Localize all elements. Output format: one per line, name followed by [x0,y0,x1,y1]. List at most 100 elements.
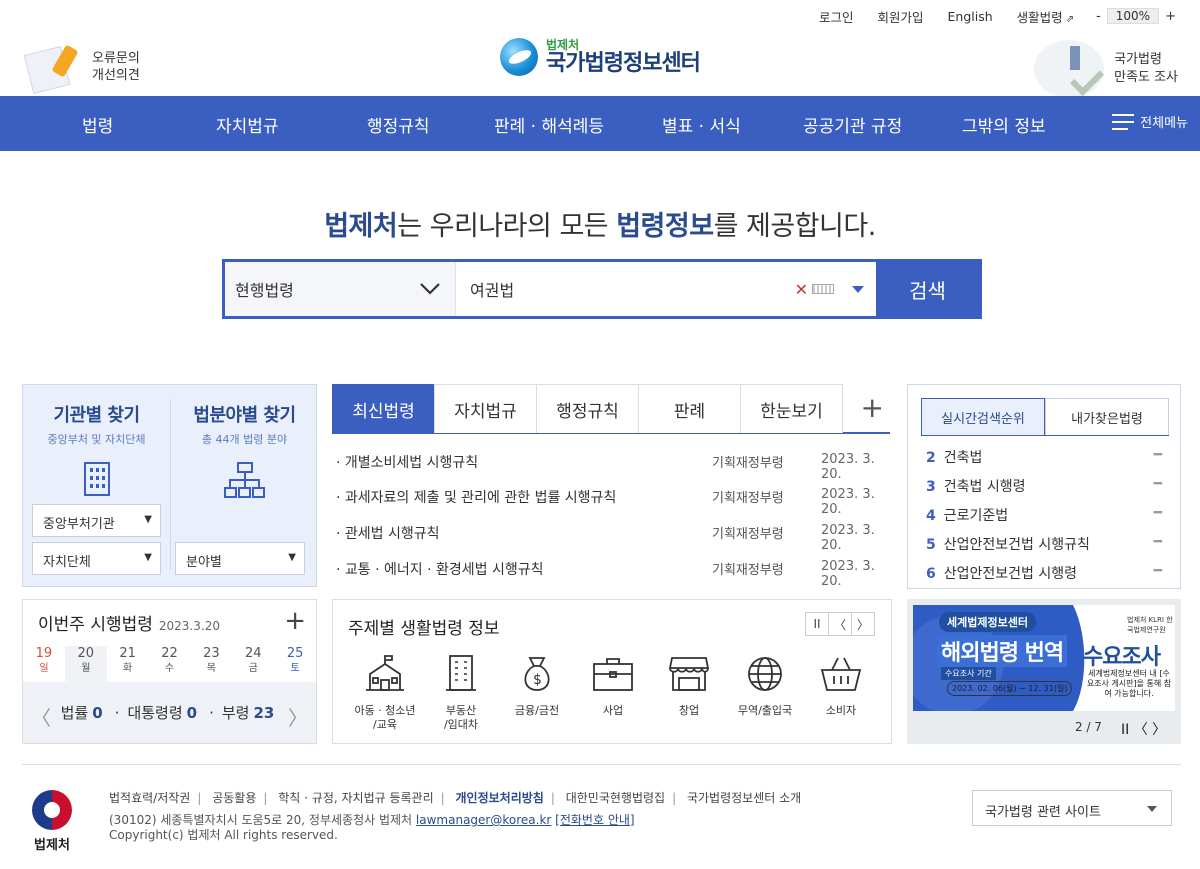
topic-startup[interactable]: 창업 [652,654,726,718]
tab-my-laws[interactable]: 내가찾은법령 [1045,398,1169,436]
ranking-item[interactable]: 2 건축법 ━ [926,447,1162,467]
ranking-item[interactable]: 6 산업안전보건법 시행령 ━ [926,563,1162,583]
chevron-right-icon[interactable]: 〉 [288,702,308,731]
all-menu-button[interactable]: 전체메뉴 [1112,112,1188,131]
footer-link-copyright[interactable]: 법적효력/저작권 [109,791,190,805]
nav-item-precedents[interactable]: 판례 · 해석례등 [494,112,604,137]
latest-tabs: 최신법령 자치법규 행정규칙 판례 한눈보기 [332,384,890,434]
tab-live-ranking[interactable]: 실시간검색순위 [921,398,1045,436]
related-sites-select[interactable]: 국가법령 관련 사이트 [972,790,1172,826]
building-icon [446,655,476,691]
tab-latest-laws[interactable]: 최신법령 [332,384,435,433]
pause-icon[interactable]: II [805,612,829,636]
banner-brand: 법제처 KLRI 한국법제연구원 [1127,616,1173,634]
life-law-link[interactable]: 생활법령 ⇗ [1017,7,1074,26]
nav-item-tables-forms[interactable]: 별표 · 서식 [662,112,741,137]
zoom-in-button[interactable]: + [1165,9,1176,24]
banner-slide[interactable]: 세계법제정보센터 해외법령 번역 수요조사 기간 2023. 02. 06(월)… [913,605,1175,711]
nav-item-local-laws[interactable]: 자치법규 [216,112,279,137]
day-wed[interactable]: 22 수 [149,646,191,682]
search-category-select[interactable]: 현행법령 [225,262,456,316]
globe-icon [748,657,782,691]
tab-admin-rules[interactable]: 행정규칙 [536,384,639,433]
day-mon[interactable]: 20 월 [64,646,107,682]
promo-banner: 세계법제정보센터 해외법령 번역 수요조사 기간 2023. 02. 06(월)… [907,599,1181,744]
pause-icon[interactable]: II [1121,722,1129,738]
finder-panel: 기관별 찾기 중앙부처 및 자치단체 법분야별 찾기 총 44개 법령 분야 중… [22,384,317,587]
chevron-right-icon[interactable]: 〉 [1152,722,1166,738]
footer-link-privacy[interactable]: 개인정보처리방침 [456,791,544,805]
svg-text:$: $ [533,672,542,688]
nav-item-public-agencies[interactable]: 공공기관 규정 [803,112,902,137]
main-nav: 법령 자치법규 행정규칙 판례 · 해석례등 별표 · 서식 공공기관 규정 그… [0,96,1200,151]
english-link[interactable]: English [948,9,993,24]
footer-link-about[interactable]: 국가법령정보센터 소개 [687,791,801,805]
chevron-left-icon[interactable]: 〈 [31,702,51,731]
more-plus-icon[interactable]: + [284,606,306,636]
topic-education[interactable]: 아동 · 청소년/교육 [348,654,422,732]
topic-trade[interactable]: 무역/출입국 [728,654,802,718]
presidential-decree-count[interactable]: 대통령령 0 [127,702,201,723]
search-button[interactable]: 검색 [876,262,979,316]
chevron-right-icon[interactable]: 〉 [851,612,875,636]
ranking-item[interactable]: 5 산업안전보건법 시행규칙 ━ [926,534,1162,554]
day-thu[interactable]: 23 목 [190,646,232,682]
nav-item-laws[interactable]: 법령 [82,112,113,137]
footer-link-law-collection[interactable]: 대한민국현행법령집 [566,791,665,805]
list-item[interactable]: · 과세자료의 제출 및 관리에 관한 법률 시행규칙 기획재정부령 2023. 3… [336,487,888,517]
ranking-item[interactable]: 3 건축법 시행령 ━ [926,476,1162,496]
local-government-select[interactable]: 자치단체 [32,542,161,575]
tab-precedents[interactable]: 판례 [638,384,741,433]
list-item[interactable]: · 개별소비세법 시행규칙 기획재정부령 2023. 3. 20. [336,452,888,482]
footer-link-shared-use[interactable]: 공동활용 [212,791,256,805]
law-count[interactable]: 법률 0 [61,702,107,723]
banner-controls: II 〈 〉 [1121,719,1166,739]
chevron-left-icon[interactable]: 〈 [828,612,852,636]
field-finder-subtitle: 총 44개 법령 분야 [201,433,288,446]
login-link[interactable]: 로그인 [819,7,854,26]
topics-carousel-controls: II 〈 〉 [805,612,875,636]
org-finder-title[interactable]: 기관별 찾기 [23,401,170,427]
nav-item-other-info[interactable]: 그밖의 정보 [962,112,1046,137]
zoom-level: 100% [1106,8,1160,24]
tab-overview[interactable]: 한눈보기 [740,384,843,433]
ranking-item[interactable]: 4 근로기준법 ━ [926,505,1162,525]
topic-business[interactable]: 사업 [576,654,650,718]
law-field-select[interactable]: 분야별 [175,542,305,575]
banner-page-indicator: 2 / 7 [1075,720,1102,734]
day-sat[interactable]: 25 토 [274,646,316,682]
search-options-dropdown-icon[interactable] [852,286,864,293]
footer-phone-link[interactable]: [전화번호 안내] [555,813,634,827]
clear-icon[interactable]: ✕ [795,280,808,299]
join-link[interactable]: 회원가입 [878,7,924,26]
zoom-out-button[interactable]: - [1096,9,1101,24]
site-logo[interactable]: 법제처 국가법령정보센터 [500,38,701,76]
topic-consumer[interactable]: 소비자 [804,654,878,718]
central-agency-select[interactable]: 중앙부처기관 [32,504,161,537]
error-report-link[interactable]: 오류문의 개선의견 [22,40,140,95]
more-plus-icon[interactable]: + [861,394,884,422]
nav-item-admin-rules[interactable]: 행정규칙 [367,112,430,137]
tab-local-laws[interactable]: 자치법규 [434,384,537,433]
zoom-control: - 100% + [1096,8,1176,24]
ministerial-decree-count[interactable]: 부령 23 [222,702,278,723]
org-chart-icon [223,462,265,498]
error-report-label: 오류문의 개선의견 [92,51,140,83]
topic-finance[interactable]: $ 금융/금전 [500,654,574,718]
hero-tagline: 법제처는 우리나라의 모든 법령정보를 제공합니다. [324,211,876,242]
footer-email-link[interactable]: lawmanager@korea.kr [416,813,551,827]
satisfaction-survey-link[interactable]: 국가법령 만족도 조사 [1032,40,1178,98]
day-tue[interactable]: 21 화 [107,646,149,682]
day-fri[interactable]: 24 금 [232,646,274,682]
topic-real-estate[interactable]: 부동산/임대차 [424,654,498,732]
search-bar: 현행법령 ✕ 검색 [222,259,982,319]
keyboard-icon[interactable] [812,284,834,294]
money-bag-icon: $ [524,657,550,691]
footer-link-school-rules[interactable]: 학칙 · 규정, 자치법규 등록관리 [278,791,433,805]
chevron-left-icon[interactable]: 〈 [1134,722,1148,738]
list-item[interactable]: · 교통 · 에너지 · 환경세법 시행규칙 기획재정부령 2023. 3. 20. [336,559,888,589]
list-item[interactable]: · 관세법 시행규칙 기획재정부령 2023. 3. 20. [336,523,888,553]
feedback-illustration-icon [22,40,86,95]
field-finder-title[interactable]: 법분야별 찾기 [171,401,318,427]
day-sun[interactable]: 19 일 [23,646,65,682]
